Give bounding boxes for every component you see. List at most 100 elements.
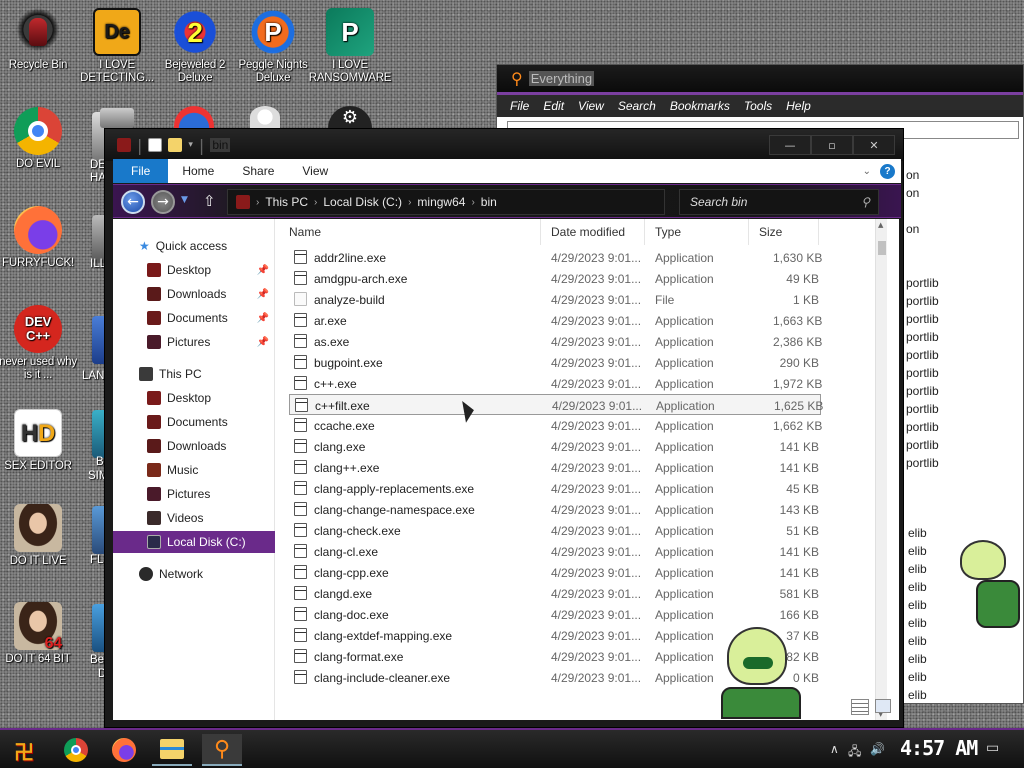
explorer-titlebar[interactable]: | ▾ | bin — ▫ ✕ — [105, 129, 903, 161]
desktop-icon-bejeweled[interactable]: 2 Bejeweled 2 Deluxe — [152, 8, 238, 85]
everything-result-fragment[interactable]: on — [906, 168, 919, 182]
menu-tools[interactable]: Tools — [744, 99, 772, 113]
scrollbar-thumb[interactable] — [878, 241, 886, 255]
nav-quick-downloads[interactable]: Downloads 📌 — [113, 283, 275, 305]
everything-result-fragment[interactable]: elib — [908, 562, 927, 576]
file-row[interactable]: c++filt.exe 4/29/2023 9:01... Application 1… — [289, 394, 823, 415]
taskbar-chrome[interactable] — [56, 734, 96, 766]
column-header-date[interactable]: Date modified — [541, 219, 645, 245]
menu-bookmarks[interactable]: Bookmarks — [670, 99, 730, 113]
maximize-button[interactable]: ▫ — [811, 135, 853, 155]
nav-pc-documents[interactable]: Documents — [113, 411, 275, 433]
nav-pc-music[interactable]: Music — [113, 459, 275, 481]
partial-icon[interactable] — [174, 106, 214, 128]
clock[interactable]: 4:57 AM — [900, 736, 978, 760]
scroll-up-arrow-icon[interactable]: ▲ — [878, 221, 883, 229]
up-arrow-icon[interactable]: ⇧ — [203, 192, 216, 210]
file-row[interactable]: amdgpu-arch.exe 4/29/2023 9:01... Applicat… — [289, 268, 821, 289]
desktop-icon-do-it-live[interactable]: DO IT LIVE — [0, 504, 81, 568]
file-row[interactable]: ar.exe 4/29/2023 9:01... Application 1,663 … — [289, 310, 822, 331]
nav-quick-documents[interactable]: Documents 📌 — [113, 307, 275, 329]
file-row[interactable]: bugpoint.exe 4/29/2023 9:01... Application… — [289, 352, 821, 373]
large-icons-view-icon[interactable] — [875, 699, 891, 713]
file-row[interactable]: ccache.exe 4/29/2023 9:01... Application 1,… — [289, 415, 822, 436]
menu-edit[interactable]: Edit — [543, 99, 564, 113]
qat-dropdown-icon[interactable]: ▾ — [188, 140, 193, 150]
everything-result-fragment[interactable]: portlib — [906, 312, 939, 326]
desktop-icon-firefox[interactable]: FURRYFUCK! — [0, 206, 81, 270]
details-view-icon[interactable] — [851, 699, 869, 715]
breadcrumb-local-disk[interactable]: Local Disk (C:) — [323, 195, 402, 209]
file-row[interactable]: clang-apply-replacements.exe 4/29/2023 9:… — [289, 478, 821, 499]
everything-result-fragment[interactable]: elib — [908, 652, 927, 666]
file-explorer-window[interactable]: | ▾ | bin — ▫ ✕ File Home Share View ⌄ ?… — [104, 128, 904, 728]
everything-result-fragment[interactable]: portlib — [906, 366, 939, 380]
vertical-scrollbar[interactable]: ▲ ▼ — [875, 219, 887, 720]
file-row[interactable]: clang-doc.exe 4/29/2023 9:01... Applicatio… — [289, 604, 821, 625]
pin-icon[interactable]: 📌 — [257, 265, 269, 276]
desktop-icon-hxd[interactable]: HD SEX EDITOR — [0, 409, 81, 473]
breadcrumb-bin[interactable]: bin — [481, 195, 497, 209]
recent-dropdown-icon[interactable]: ▼ — [181, 195, 188, 205]
volume-icon[interactable]: 🔊 — [870, 742, 885, 756]
network-icon[interactable]: 🖧 — [848, 742, 861, 763]
properties-icon[interactable] — [148, 138, 163, 152]
file-row[interactable]: clang++.exe 4/29/2023 9:01... Application 1… — [289, 457, 821, 478]
nav-pc-downloads[interactable]: Downloads — [113, 435, 275, 457]
nav-quick-pictures[interactable]: Pictures 📌 — [113, 331, 275, 353]
address-bar[interactable]: › This PC › Local Disk (C:) › mingw64 › … — [227, 189, 665, 215]
nav-quick-access[interactable]: ★ Quick access — [113, 235, 275, 257]
file-row[interactable]: c++.exe 4/29/2023 9:01... Application 1,972… — [289, 373, 822, 394]
everything-result-fragment[interactable]: elib — [908, 598, 927, 612]
notifications-icon[interactable]: ▭ — [986, 740, 999, 756]
partial-icon[interactable] — [100, 108, 134, 128]
taskbar-everything[interactable]: ⚲ — [202, 734, 242, 766]
file-row[interactable]: clang-cpp.exe 4/29/2023 9:01... Applicatio… — [289, 562, 821, 583]
search-input[interactable]: Search bin ⚲ — [679, 189, 879, 215]
close-button[interactable]: ✕ — [853, 135, 895, 155]
desktop-icon-ransomware[interactable]: P I LOVE RANSOMWARE — [307, 8, 393, 85]
desktop-icon-de-app[interactable]: De I LOVE DETECTING... — [74, 8, 160, 85]
everything-result-fragment[interactable]: elib — [908, 580, 927, 594]
file-row[interactable]: addr2line.exe 4/29/2023 9:01... Applicatio… — [289, 247, 822, 268]
everything-result-fragment[interactable]: portlib — [906, 276, 939, 290]
everything-result-fragment[interactable]: portlib — [906, 294, 939, 308]
desktop-icon-recycle-bin[interactable]: Recycle Bin — [0, 8, 81, 72]
everything-result-fragment[interactable]: portlib — [906, 402, 939, 416]
menu-help[interactable]: Help — [786, 99, 811, 113]
pin-icon[interactable]: 📌 — [257, 289, 269, 300]
tab-home[interactable]: Home — [168, 164, 228, 178]
everything-result-fragment[interactable]: elib — [908, 688, 927, 702]
file-row[interactable]: clang-change-namespace.exe 4/29/2023 9:01… — [289, 499, 821, 520]
desktop-icon-peggle[interactable]: P Peggle Nights Deluxe — [230, 8, 316, 85]
file-row[interactable]: clangd.exe 4/29/2023 9:01... Application 58… — [289, 583, 821, 604]
file-row[interactable]: clang-cl.exe 4/29/2023 9:01... Application… — [289, 541, 821, 562]
taskbar-file-explorer[interactable] — [152, 734, 192, 766]
nav-pc-videos[interactable]: Videos — [113, 507, 275, 529]
everything-result-fragment[interactable]: elib — [908, 616, 927, 630]
everything-result-fragment[interactable]: elib — [908, 670, 927, 684]
everything-result-fragment[interactable]: on — [906, 186, 919, 200]
menu-search[interactable]: Search — [618, 99, 656, 113]
nav-this-pc[interactable]: This PC — [113, 363, 275, 385]
tab-view[interactable]: View — [288, 164, 342, 178]
nav-pc-local-disk[interactable]: Local Disk (C:) — [113, 531, 275, 553]
desktop-icon-devcpp[interactable]: DEV C++ never used why is it ... — [0, 305, 81, 382]
tab-file[interactable]: File — [113, 159, 169, 183]
everything-result-fragment[interactable]: portlib — [906, 348, 939, 362]
file-row[interactable]: analyze-build 4/29/2023 9:01... File 1 KB — [289, 289, 821, 310]
gear-icon[interactable]: ⚙ — [328, 106, 372, 128]
nav-network[interactable]: Network — [113, 563, 275, 585]
new-folder-icon[interactable] — [168, 138, 183, 152]
everything-result-fragment[interactable]: elib — [908, 526, 927, 540]
tab-share[interactable]: Share — [228, 164, 288, 178]
everything-titlebar[interactable]: ⚲ Everything — [497, 65, 1023, 95]
show-hidden-icons-icon[interactable]: ∧ — [830, 742, 839, 756]
column-header-type[interactable]: Type — [645, 219, 749, 245]
column-header-size[interactable]: Size — [749, 219, 819, 245]
pin-icon[interactable]: 📌 — [257, 313, 269, 324]
partial-icon[interactable] — [250, 106, 280, 128]
everything-result-fragment[interactable]: elib — [908, 634, 927, 648]
pin-icon[interactable]: 📌 — [257, 337, 269, 348]
breadcrumb-mingw64[interactable]: mingw64 — [417, 195, 465, 209]
